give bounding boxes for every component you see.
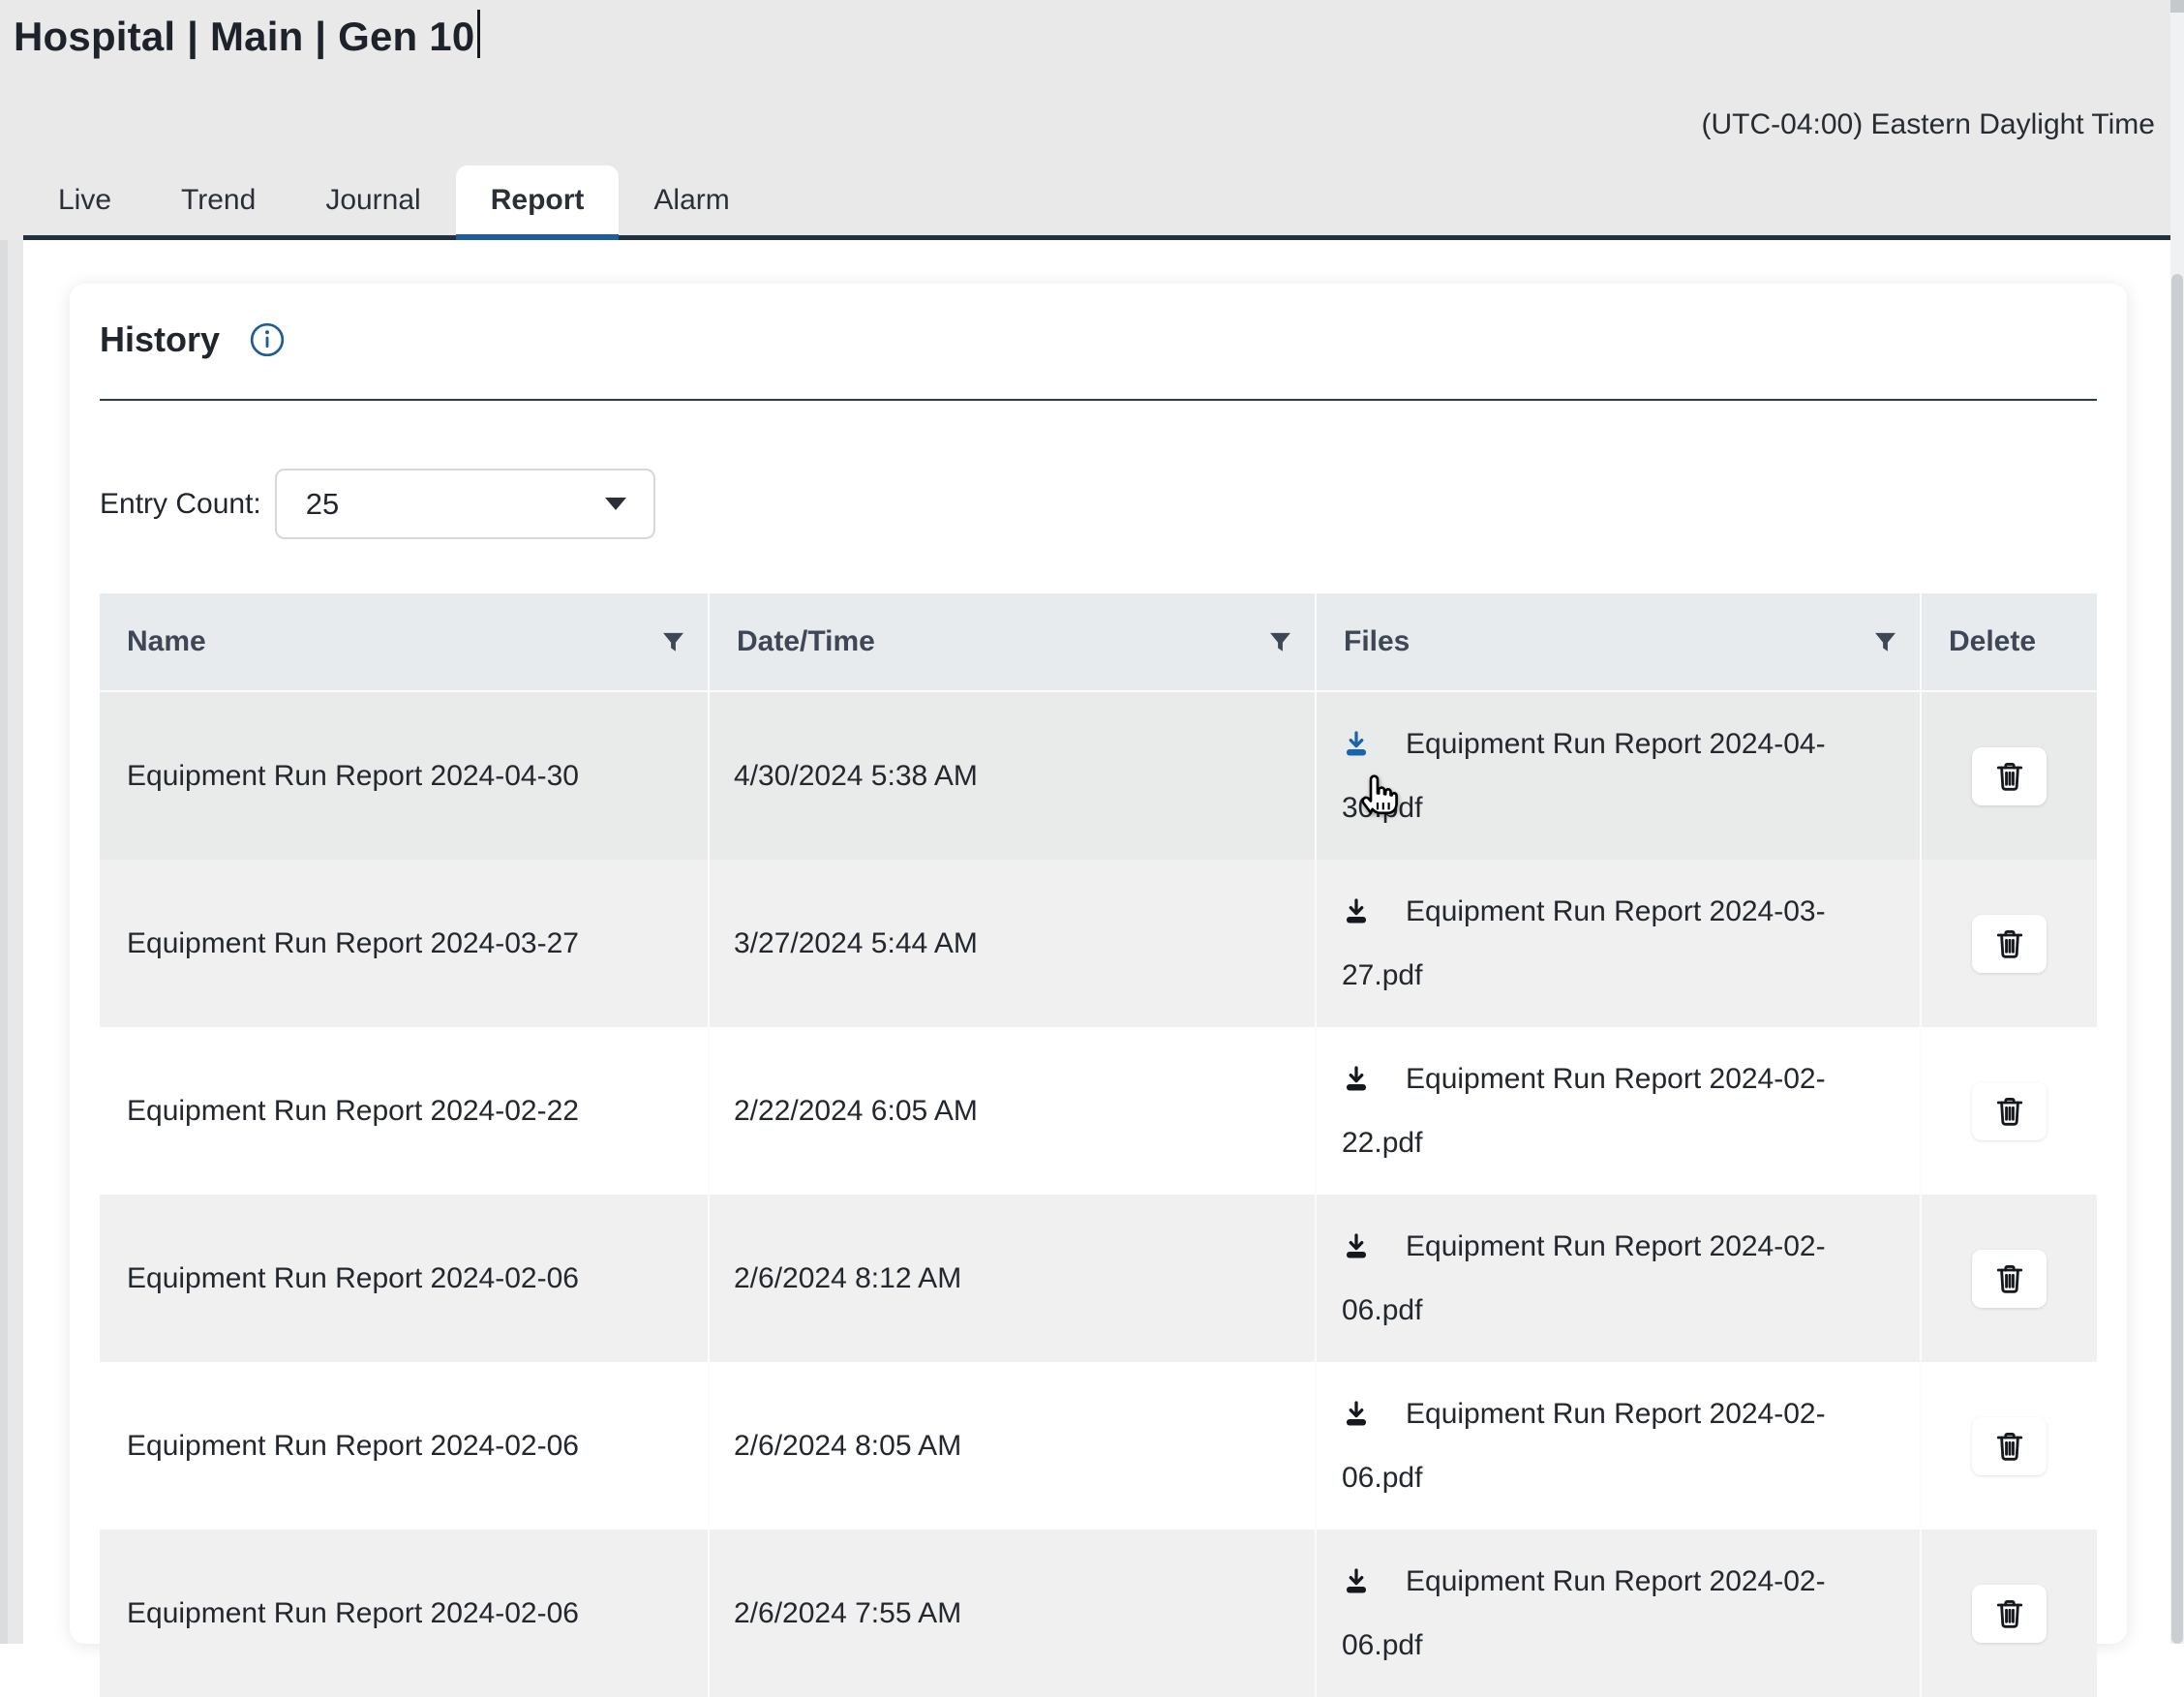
download-icon[interactable]	[1342, 1053, 1371, 1084]
file-download-link[interactable]: Equipment Run Report 2024-02-06.pdf	[1342, 1215, 1903, 1343]
tab-journal[interactable]: Journal	[290, 166, 455, 240]
delete-button[interactable]	[1972, 1585, 2047, 1643]
delete-button[interactable]	[1972, 1250, 2047, 1308]
table-header-row: Name Date/Time Files Delete	[100, 593, 2097, 692]
download-icon[interactable]	[1342, 718, 1371, 749]
datetime-cell: 2/22/2024 6:05 AM	[710, 1027, 1317, 1195]
trash-icon	[1992, 759, 2027, 794]
download-icon[interactable]	[1342, 1388, 1371, 1419]
file-download-link[interactable]: Equipment Run Report 2024-03-27.pdf	[1342, 880, 1903, 1008]
filter-icon[interactable]	[1269, 632, 1291, 652]
file-download-link[interactable]: Equipment Run Report 2024-02-22.pdf	[1342, 1047, 1903, 1175]
trash-icon	[1992, 1429, 2027, 1464]
tab-trend[interactable]: Trend	[146, 166, 290, 240]
entry-count-label: Entry Count:	[100, 488, 261, 521]
tab-alarm[interactable]: Alarm	[619, 166, 764, 240]
scrollbar-thumb[interactable]	[2171, 274, 2183, 1644]
tab-bar: Live Trend Journal Report Alarm	[23, 166, 765, 240]
datetime-cell: 4/30/2024 5:38 AM	[710, 692, 1317, 860]
datetime-cell: 3/27/2024 5:44 AM	[710, 860, 1317, 1027]
trash-icon	[1992, 1094, 2027, 1129]
table-row: Equipment Run Report 2024-04-30 4/30/202…	[100, 692, 2097, 860]
datetime-cell: 2/6/2024 7:55 AM	[710, 1530, 1317, 1697]
delete-button[interactable]	[1972, 747, 2047, 805]
file-download-link[interactable]: Equipment Run Report 2024-02-06.pdf	[1342, 1550, 1903, 1678]
hand-pointer-cursor	[1350, 765, 1406, 821]
entry-count-select[interactable]: 25	[275, 469, 655, 539]
table-row: Equipment Run Report 2024-02-06 2/6/2024…	[100, 1195, 2097, 1362]
report-name-cell: Equipment Run Report 2024-02-06	[100, 1530, 710, 1697]
datetime-cell: 2/6/2024 8:12 AM	[710, 1195, 1317, 1362]
report-name-cell: Equipment Run Report 2024-04-30	[100, 692, 710, 860]
tab-live[interactable]: Live	[23, 166, 146, 240]
column-header-datetime[interactable]: Date/Time	[710, 593, 1317, 690]
download-icon[interactable]	[1342, 1556, 1371, 1587]
delete-button[interactable]	[1972, 1082, 2047, 1140]
timezone-label: (UTC-04:00) Eastern Daylight Time	[1702, 108, 2156, 141]
trash-icon	[1992, 926, 2027, 961]
page-title: Hospital | Main | Gen 10	[14, 14, 474, 59]
trash-icon	[1992, 1596, 2027, 1631]
text-caret	[477, 10, 480, 58]
filter-icon[interactable]	[662, 632, 684, 652]
delete-button[interactable]	[1972, 915, 2047, 973]
panel-title: History	[100, 319, 220, 360]
download-icon[interactable]	[1342, 886, 1371, 917]
report-name-cell: Equipment Run Report 2024-02-06	[100, 1362, 710, 1530]
report-name-cell: Equipment Run Report 2024-02-06	[100, 1195, 710, 1362]
info-icon[interactable]	[249, 321, 286, 358]
report-name-cell: Equipment Run Report 2024-03-27	[100, 860, 710, 1027]
filter-icon[interactable]	[1874, 632, 1896, 652]
history-table: Name Date/Time Files Delete Equipment Ru…	[100, 593, 2097, 1697]
column-header-delete: Delete	[1922, 593, 2097, 690]
window-edge-strip	[0, 240, 8, 1644]
column-header-name[interactable]: Name	[100, 593, 710, 690]
scrollbar[interactable]	[2170, 0, 2184, 1644]
file-download-link[interactable]: Equipment Run Report 2024-04-30.pdf	[1342, 712, 1903, 840]
entry-count-value: 25	[306, 487, 339, 522]
window-edge-strip-inner	[8, 240, 23, 1644]
report-name-cell: Equipment Run Report 2024-02-22	[100, 1027, 710, 1195]
history-panel: History Entry Count: 25 Name Date/Time	[70, 284, 2127, 1644]
column-header-files[interactable]: Files	[1317, 593, 1922, 690]
chevron-down-icon	[605, 498, 626, 510]
tab-report[interactable]: Report	[456, 166, 620, 240]
table-row: Equipment Run Report 2024-02-22 2/22/202…	[100, 1027, 2097, 1195]
delete-button[interactable]	[1972, 1417, 2047, 1475]
title-input[interactable]: Hospital | Main | Gen 10	[14, 10, 480, 60]
datetime-cell: 2/6/2024 8:05 AM	[710, 1362, 1317, 1530]
table-row: Equipment Run Report 2024-03-27 3/27/202…	[100, 860, 2097, 1027]
scrollbar-cap	[2170, 0, 2184, 13]
table-row: Equipment Run Report 2024-02-06 2/6/2024…	[100, 1362, 2097, 1530]
section-divider	[100, 399, 2097, 401]
download-icon[interactable]	[1342, 1221, 1371, 1252]
table-row: Equipment Run Report 2024-02-06 2/6/2024…	[100, 1530, 2097, 1697]
file-download-link[interactable]: Equipment Run Report 2024-02-06.pdf	[1342, 1382, 1903, 1510]
trash-icon	[1992, 1261, 2027, 1296]
